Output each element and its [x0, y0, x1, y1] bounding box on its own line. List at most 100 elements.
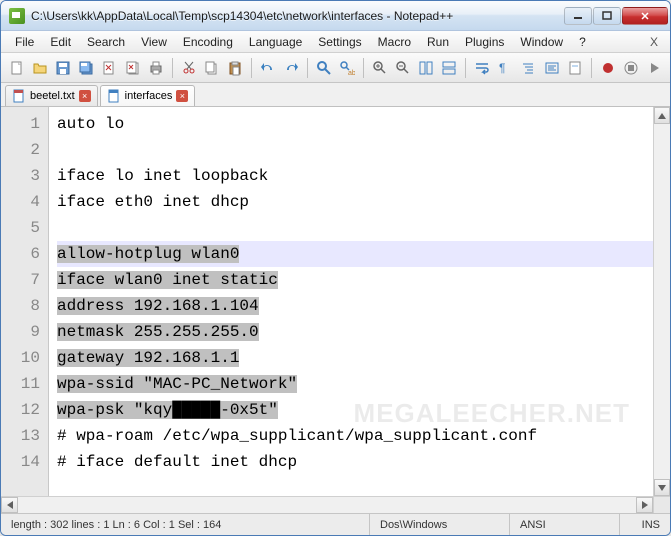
menu-language[interactable]: Language — [241, 33, 310, 51]
status-eol: Dos\Windows — [370, 514, 510, 535]
macro-stop-button[interactable] — [621, 57, 641, 79]
find-button[interactable] — [314, 57, 334, 79]
word-wrap-button[interactable] — [472, 57, 492, 79]
status-encoding: ANSI — [510, 514, 620, 535]
code-line[interactable]: # wpa-roam /etc/wpa_supplicant/wpa_suppl… — [57, 423, 662, 449]
status-mode: INS — [620, 514, 670, 535]
code-line[interactable] — [57, 215, 662, 241]
line-number-gutter: 1234567891011121314 — [1, 107, 49, 496]
scroll-right-arrow-icon[interactable] — [636, 497, 653, 513]
code-line[interactable]: wpa-psk "kqy█████-0x5t" — [57, 397, 662, 423]
toolbar: ab ¶ — [1, 53, 670, 83]
close-file-button[interactable] — [99, 57, 119, 79]
menubar: File Edit Search View Encoding Language … — [1, 31, 670, 53]
app-icon — [9, 8, 25, 24]
replace-button[interactable]: ab — [337, 57, 357, 79]
toolbar-separator — [591, 58, 592, 78]
svg-text:ab: ab — [348, 70, 355, 76]
line-number: 5 — [5, 215, 40, 241]
open-file-button[interactable] — [30, 57, 50, 79]
toolbar-separator — [363, 58, 364, 78]
svg-text:¶: ¶ — [499, 61, 505, 75]
save-button[interactable] — [53, 57, 73, 79]
sync-hscroll-button[interactable] — [439, 57, 459, 79]
code-line[interactable]: gateway 192.168.1.1 — [57, 345, 662, 371]
tab-bar: beetel.txt × interfaces × — [1, 83, 670, 107]
menu-encoding[interactable]: Encoding — [175, 33, 241, 51]
code-area[interactable]: auto lo iface lo inet loopbackiface eth0 … — [49, 107, 670, 496]
line-number: 8 — [5, 293, 40, 319]
menu-run[interactable]: Run — [419, 33, 457, 51]
code-line[interactable]: allow-hotplug wlan0 — [57, 241, 662, 267]
file-icon — [12, 89, 26, 103]
close-button[interactable] — [622, 7, 668, 25]
tab-beetel[interactable]: beetel.txt × — [5, 85, 98, 106]
line-number: 4 — [5, 189, 40, 215]
undo-button[interactable] — [258, 57, 278, 79]
code-line[interactable]: wpa-ssid "MAC-PC_Network" — [57, 371, 662, 397]
menu-macro[interactable]: Macro — [370, 33, 419, 51]
minimize-button[interactable] — [564, 7, 592, 25]
menu-search[interactable]: Search — [79, 33, 133, 51]
menu-plugins[interactable]: Plugins — [457, 33, 512, 51]
menu-help[interactable]: ? — [571, 33, 594, 51]
line-number: 10 — [5, 345, 40, 371]
user-lang-button[interactable] — [542, 57, 562, 79]
horizontal-scrollbar[interactable] — [1, 496, 670, 513]
code-line[interactable]: auto lo — [57, 111, 662, 137]
tab-close-icon[interactable]: × — [79, 90, 91, 102]
code-line[interactable]: address 192.168.1.104 — [57, 293, 662, 319]
scroll-down-arrow-icon[interactable] — [654, 479, 670, 496]
line-number: 7 — [5, 267, 40, 293]
scroll-track[interactable] — [18, 497, 636, 513]
scroll-track[interactable] — [654, 124, 670, 479]
tab-label: interfaces — [125, 90, 173, 102]
scroll-up-arrow-icon[interactable] — [654, 107, 670, 124]
indent-guide-button[interactable] — [518, 57, 538, 79]
cut-button[interactable] — [179, 57, 199, 79]
code-line[interactable] — [57, 137, 662, 163]
line-number: 3 — [5, 163, 40, 189]
tab-label: beetel.txt — [30, 90, 75, 102]
code-line[interactable]: iface eth0 inet dhcp — [57, 189, 662, 215]
zoom-in-button[interactable] — [370, 57, 390, 79]
code-line[interactable]: netmask 255.255.255.0 — [57, 319, 662, 345]
print-button[interactable] — [146, 57, 166, 79]
line-number: 6 — [5, 241, 40, 267]
editor-area[interactable]: 1234567891011121314 auto lo iface lo inet… — [1, 107, 670, 496]
menu-edit[interactable]: Edit — [42, 33, 79, 51]
toolbar-separator — [307, 58, 308, 78]
scroll-left-arrow-icon[interactable] — [1, 497, 18, 513]
save-all-button[interactable] — [76, 57, 96, 79]
code-line[interactable]: iface lo inet loopback — [57, 163, 662, 189]
line-number: 2 — [5, 137, 40, 163]
toolbar-separator — [251, 58, 252, 78]
tab-interfaces[interactable]: interfaces × — [100, 85, 196, 106]
menubar-close-button[interactable]: X — [644, 33, 664, 51]
code-line[interactable]: # iface default inet dhcp — [57, 449, 662, 475]
menu-settings[interactable]: Settings — [310, 33, 369, 51]
copy-button[interactable] — [202, 57, 222, 79]
window-controls — [564, 7, 668, 25]
paste-button[interactable] — [225, 57, 245, 79]
menu-window[interactable]: Window — [512, 33, 571, 51]
tab-close-icon[interactable]: × — [176, 90, 188, 102]
vertical-scrollbar[interactable] — [653, 107, 670, 496]
code-line[interactable]: iface wlan0 inet static — [57, 267, 662, 293]
macro-record-button[interactable] — [598, 57, 618, 79]
menu-view[interactable]: View — [133, 33, 175, 51]
new-file-button[interactable] — [7, 57, 27, 79]
doc-map-button[interactable] — [565, 57, 585, 79]
file-icon — [107, 89, 121, 103]
sync-vscroll-button[interactable] — [416, 57, 436, 79]
titlebar[interactable]: C:\Users\kk\AppData\Local\Temp\scp14304\… — [1, 1, 670, 31]
close-all-button[interactable] — [122, 57, 142, 79]
show-all-chars-button[interactable]: ¶ — [495, 57, 515, 79]
zoom-out-button[interactable] — [393, 57, 413, 79]
macro-play-button[interactable] — [644, 57, 664, 79]
menu-file[interactable]: File — [7, 33, 42, 51]
maximize-button[interactable] — [593, 7, 621, 25]
scrollbar-corner — [653, 497, 670, 513]
app-window: C:\Users\kk\AppData\Local\Temp\scp14304\… — [0, 0, 671, 536]
redo-button[interactable] — [281, 57, 301, 79]
